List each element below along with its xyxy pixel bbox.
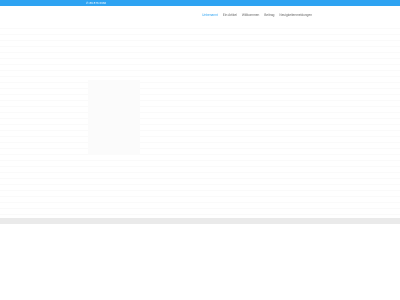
nav-item-welcome[interactable]: Willkommen <box>242 13 259 17</box>
page-content <box>0 23 400 218</box>
lower-area <box>0 224 400 300</box>
main-navigation: Unbenannt Ein Artikel Willkommen Beitrag… <box>202 13 312 17</box>
topbar-contact: ✆ 89 876 6666 <box>86 1 106 5</box>
nav-item-post[interactable]: Beitrag <box>264 13 274 17</box>
nav-item-article[interactable]: Ein Artikel <box>223 13 237 17</box>
phone-icon: ✆ <box>86 1 89 5</box>
site-header: Unbenannt Ein Artikel Willkommen Beitrag… <box>0 6 400 23</box>
nav-item-news[interactable]: Neuigkeitenmeldungen <box>279 13 312 17</box>
topbar-phone-text: 89 876 6666 <box>89 1 107 5</box>
content-placeholder <box>88 80 140 155</box>
nav-item-home[interactable]: Unbenannt <box>202 13 218 17</box>
